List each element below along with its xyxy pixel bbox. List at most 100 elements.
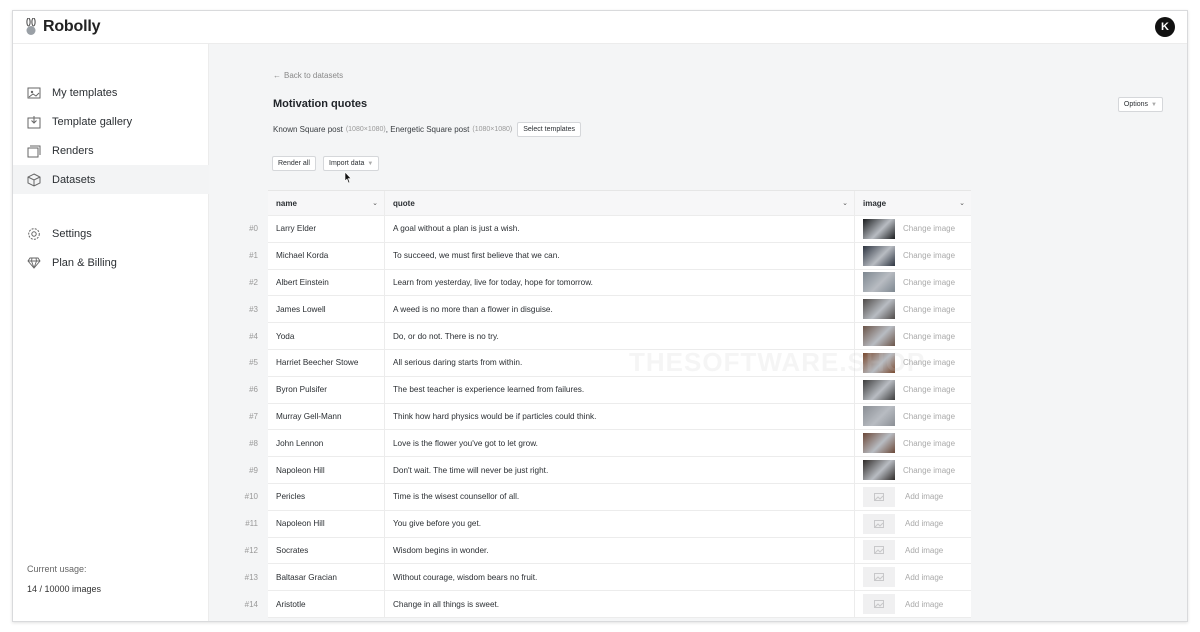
cell-name[interactable]: Michael Korda [268,242,385,269]
row-number: #0 [249,224,258,234]
sidebar: My templates Template gallery Renders Da… [13,44,209,621]
cell-quote[interactable]: You give before you get. [385,510,855,537]
cell-name[interactable]: Murray Gell-Mann [268,403,385,430]
cell-quote[interactable]: Wisdom begins in wonder. [385,537,855,564]
column-header-name[interactable]: name ⌄ [268,191,385,215]
cell-quote[interactable]: All serious daring starts from within. [385,349,855,376]
sidebar-item-template-gallery[interactable]: Template gallery [13,107,209,136]
image-thumbnail[interactable] [863,326,895,347]
image-thumbnail[interactable] [863,245,895,266]
image-placeholder-icon[interactable] [863,540,895,561]
cell-quote[interactable]: The best teacher is experience learned f… [385,376,855,403]
cell-name[interactable]: Pericles [268,483,385,510]
change-image-link[interactable]: Change image [903,439,955,448]
cell-name[interactable]: Aristotle [268,591,385,617]
cell-name[interactable]: Napoleon Hill [268,510,385,537]
image-thumbnail[interactable] [863,218,895,239]
cell-quote[interactable]: Do, or do not. There is no try. [385,323,855,349]
cell-quote[interactable]: A goal without a plan is just a wish. [385,216,855,242]
select-templates-button[interactable]: Select templates [517,122,582,137]
image-placeholder-icon[interactable] [863,567,895,588]
image-placeholder-icon[interactable] [863,486,895,507]
cell-image: Add image [855,511,971,537]
table-row: #0 Larry Elder A goal without a plan is ju… [249,216,971,243]
cell-name[interactable]: James Lowell [268,296,385,323]
cell-name[interactable]: Baltasar Gracian [268,564,385,591]
cell-quote[interactable]: A weed is no more than a flower in disgu… [385,296,855,323]
cell-quote[interactable]: To succeed, we must first believe that w… [385,242,855,269]
cell-name[interactable]: Larry Elder [268,216,385,242]
row-number: #6 [249,385,258,395]
row-number: #7 [249,411,258,421]
back-link-label: Back to datasets [284,71,344,80]
chevron-down-icon[interactable]: ⌄ [372,199,378,207]
options-button[interactable]: Options ▼ [1117,97,1163,112]
cell-name[interactable]: Yoda [268,323,385,349]
row-number: #10 [244,492,258,502]
avatar[interactable]: K [1155,17,1175,37]
add-image-link[interactable]: Add image [905,519,943,528]
change-image-link[interactable]: Change image [903,385,955,394]
cell-quote[interactable]: Time is the wisest counsellor of all. [385,483,855,510]
image-thumbnail[interactable] [863,352,895,373]
cell-name[interactable]: Socrates [268,537,385,564]
column-header-image[interactable]: image ⌄ [855,191,971,215]
row-number: #4 [249,331,258,341]
sidebar-item-datasets[interactable]: Datasets [13,165,209,194]
usage-label: Current usage: [27,564,87,574]
change-image-link[interactable]: Change image [903,278,955,287]
cell-quote[interactable]: Think how hard physics would be if parti… [385,403,855,430]
add-image-link[interactable]: Add image [905,492,943,501]
cell-name[interactable]: Harriet Beecher Stowe [268,349,385,376]
brand[interactable]: Robolly [24,18,100,36]
sidebar-item-renders[interactable]: Renders [13,136,209,165]
cell-name[interactable]: Albert Einstein [268,269,385,296]
change-image-link[interactable]: Change image [903,412,955,421]
cell-image: Change image [855,296,971,322]
sidebar-item-plan-billing[interactable]: Plan & Billing [13,248,209,277]
cell-name[interactable]: Byron Pulsifer [268,376,385,403]
back-to-datasets-link[interactable]: ← Back to datasets [273,71,343,80]
cell-image: Change image [855,350,971,376]
change-image-link[interactable]: Change image [903,251,955,260]
image-thumbnail[interactable] [863,406,895,427]
image-placeholder-icon[interactable] [863,513,895,534]
table-row: #14 Aristotle Change in all things is swee… [245,591,971,618]
cell-quote[interactable]: Learn from yesterday, live for today, ho… [385,269,855,296]
change-image-link[interactable]: Change image [903,305,955,314]
cell-image: Change image [855,457,971,483]
image-thumbnail[interactable] [863,272,895,293]
change-image-link[interactable]: Change image [903,224,955,233]
image-placeholder-icon[interactable] [863,594,895,615]
sidebar-item-my-templates[interactable]: My templates [13,78,209,107]
image-thumbnail[interactable] [863,433,895,454]
cell-quote[interactable]: Don't wait. The time will never be just … [385,457,855,483]
image-thumbnail[interactable] [863,299,895,320]
table-row: #13 Baltasar Gracian Without courage, wisd… [245,564,971,592]
image-thumbnail[interactable] [863,460,895,481]
diamond-icon [27,256,41,270]
import-data-button[interactable]: Import data ▼ [323,156,380,171]
renders-icon [27,144,41,158]
cell-quote[interactable]: Change in all things is sweet. [385,591,855,617]
image-thumbnail[interactable] [863,379,895,400]
cell-quote[interactable]: Without courage, wisdom bears no fruit. [385,564,855,591]
change-image-link[interactable]: Change image [903,332,955,341]
cell-name[interactable]: John Lennon [268,430,385,457]
change-image-link[interactable]: Change image [903,466,955,475]
chevron-down-icon[interactable]: ⌄ [959,199,965,207]
render-all-button[interactable]: Render all [272,156,316,171]
add-image-link[interactable]: Add image [905,573,943,582]
row-number: #12 [244,545,258,555]
cell-quote[interactable]: Love is the flower you've got to let gro… [385,430,855,457]
column-header-quote[interactable]: quote ⌄ [385,191,855,215]
cell-image: Change image [855,430,971,456]
column-header-label: image [863,198,887,208]
change-image-link[interactable]: Change image [903,358,955,367]
sidebar-item-settings[interactable]: Settings [13,219,209,248]
chevron-down-icon[interactable]: ⌄ [842,199,848,207]
add-image-link[interactable]: Add image [905,600,943,609]
add-image-link[interactable]: Add image [905,546,943,555]
cell-image: Change image [855,404,971,430]
cell-name[interactable]: Napoleon Hill [268,457,385,483]
